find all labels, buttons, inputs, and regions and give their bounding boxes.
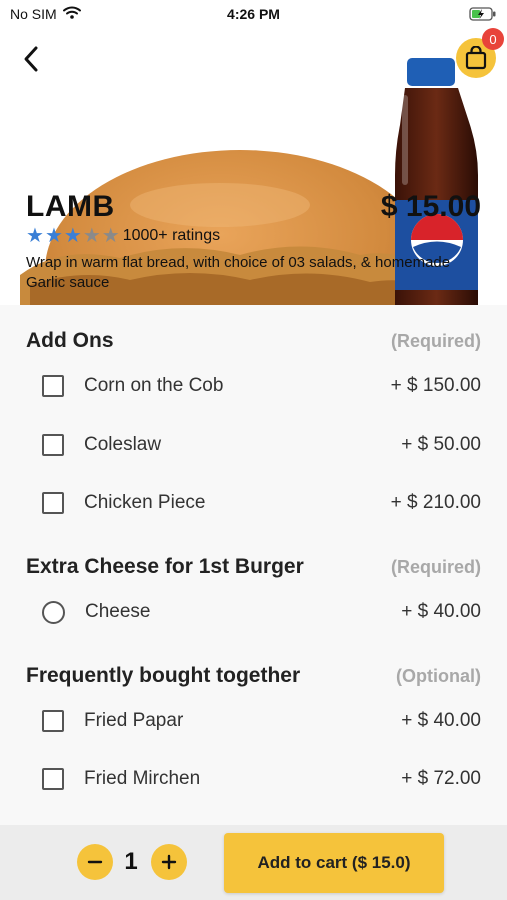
star-icon: ★ [44,225,63,247]
radio-button[interactable] [42,600,65,624]
chevron-left-icon [24,46,38,72]
section-header-extra-cheese: Extra Cheese for 1st Burger (Required) [26,555,481,579]
option-price: + $ 210.00 [390,492,481,513]
section-title: Extra Cheese for 1st Burger [26,555,304,578]
quantity-value: 1 [124,848,138,875]
option-label: Cheese [85,601,151,622]
battery-charging-icon [469,7,497,21]
product-hero: 0 LAMB $ 15.00 ★ ★ ★ ★ ★ 1000+ ratings W… [0,0,507,305]
section-optional-tag: (Optional) [396,666,481,686]
product-price: $ 15.00 [380,190,481,223]
section-title: Frequently bought together [26,664,301,687]
option-label: Corn on the Cob [84,375,224,396]
checkbox[interactable] [42,710,64,732]
option-row-fried-papar[interactable]: Fried Papar + $ 40.00 [42,703,481,739]
option-row-fried-mirchen[interactable]: Fried Mirchen + $ 72.00 [42,761,481,797]
option-price: + $ 150.00 [390,375,481,396]
plus-icon [161,854,177,870]
option-price: + $ 50.00 [401,434,481,455]
shopping-bag-icon [465,46,487,70]
option-price: + $ 40.00 [401,601,481,622]
product-title: LAMB [26,190,115,223]
star-icon: ★ [26,225,44,247]
status-bar: No SIM 4:26 PM [0,0,507,28]
option-label: Fried Papar [84,710,184,731]
star-icon: ★ [101,225,120,247]
section-required-tag: (Required) [391,331,481,351]
option-label: Chicken Piece [84,492,206,513]
back-button[interactable] [14,42,48,76]
option-row-coleslaw[interactable]: Coleslaw + $ 50.00 [42,427,481,463]
wifi-icon [62,6,81,22]
checkbox[interactable] [42,492,64,514]
option-row-cheese[interactable]: Cheese + $ 40.00 [42,594,481,630]
bottom-bar: 1 Add to cart ($ 15.0) [0,825,507,900]
star-icon: ★ [63,225,82,247]
option-row-chicken-piece[interactable]: Chicken Piece + $ 210.00 [42,485,481,521]
section-header-frequently-bought: Frequently bought together (Optional) [26,664,481,688]
checkbox[interactable] [42,768,64,790]
option-price: + $ 40.00 [401,710,481,731]
cart-button[interactable]: 0 [456,28,504,78]
option-price: + $ 72.00 [401,768,481,789]
ratings-count: 1000+ ratings [122,227,221,244]
checkbox[interactable] [42,434,64,456]
section-title: Add Ons [26,329,114,352]
star-icon: ★ [82,225,101,247]
section-header-add-ons: Add Ons (Required) [26,329,481,353]
option-label: Coleslaw [84,434,162,455]
status-left: No SIM [10,6,81,22]
cart-count-badge: 0 [482,28,504,50]
rating-row: ★ ★ ★ ★ ★ 1000+ ratings [26,226,220,246]
decrease-quantity-button[interactable] [77,844,113,880]
option-row-corn-on-the-cob[interactable]: Corn on the Cob + $ 150.00 [42,368,481,404]
option-label: Fried Mirchen [84,768,201,789]
section-required-tag: (Required) [391,557,481,577]
carrier-label: No SIM [10,6,57,22]
minus-icon [87,860,103,864]
options-panel: Add Ons (Required) Corn on the Cob + $ 1… [0,305,507,825]
product-description: Wrap in warm flat bread, with choice of … [26,254,451,291]
checkbox[interactable] [42,375,64,397]
increase-quantity-button[interactable] [151,844,187,880]
add-to-cart-button[interactable]: Add to cart ($ 15.0) [224,833,444,893]
